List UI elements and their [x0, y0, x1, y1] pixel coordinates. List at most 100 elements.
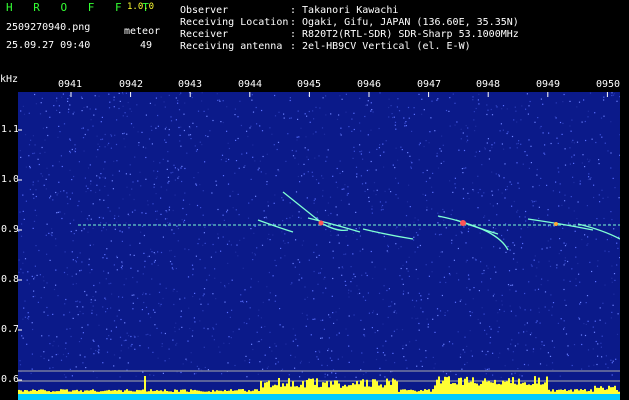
- noise-speck: [306, 314, 308, 316]
- noise-speck: [494, 266, 496, 268]
- noise-speck: [131, 343, 133, 346]
- noise-speck: [503, 238, 505, 240]
- noise-speck: [401, 278, 403, 280]
- noise-speck: [532, 205, 534, 207]
- noise-speck: [20, 235, 23, 237]
- noise-speck: [477, 318, 479, 321]
- noise-speck: [297, 163, 300, 165]
- noise-speck: [84, 290, 86, 293]
- noise-speck: [172, 290, 174, 292]
- noise-speck: [177, 102, 179, 104]
- level-bar: [156, 390, 158, 394]
- noise-speck: [34, 276, 36, 278]
- noise-speck: [376, 347, 378, 349]
- noise-speck: [67, 111, 70, 113]
- noise-speck: [203, 232, 205, 234]
- noise-speck: [167, 182, 169, 184]
- noise-speck: [292, 155, 295, 157]
- level-bar: [134, 391, 136, 394]
- noise-speck: [108, 142, 110, 144]
- noise-speck: [79, 252, 81, 254]
- noise-speck: [174, 255, 176, 258]
- noise-speck: [372, 310, 375, 312]
- noise-speck: [584, 166, 586, 168]
- level-bar: [326, 381, 328, 394]
- noise-speck: [530, 145, 532, 147]
- noise-speck: [46, 167, 48, 169]
- noise-speck: [547, 240, 549, 242]
- noise-speck: [202, 190, 204, 192]
- noise-speck: [115, 143, 118, 146]
- noise-speck: [274, 94, 276, 97]
- noise-speck: [86, 106, 88, 108]
- level-bar: [214, 391, 216, 394]
- noise-speck: [99, 177, 101, 179]
- noise-speck: [137, 180, 139, 182]
- noise-speck: [360, 130, 362, 132]
- noise-speck: [27, 312, 29, 314]
- noise-speck: [43, 357, 45, 360]
- noise-speck: [220, 281, 222, 284]
- noise-speck: [43, 280, 45, 282]
- noise-speck: [226, 130, 228, 132]
- level-bar: [436, 379, 438, 394]
- noise-speck: [111, 180, 113, 182]
- level-bar: [614, 385, 616, 394]
- noise-speck: [81, 97, 83, 99]
- noise-speck: [390, 105, 392, 107]
- noise-speck: [493, 142, 496, 144]
- noise-speck: [257, 315, 259, 317]
- level-bar: [78, 391, 80, 394]
- noise-speck: [327, 349, 329, 352]
- noise-speck: [432, 318, 434, 320]
- noise-speck: [204, 366, 206, 369]
- level-bar: [120, 390, 122, 394]
- noise-speck: [26, 279, 28, 281]
- noise-speck: [510, 343, 512, 345]
- noise-speck: [35, 214, 38, 217]
- noise-speck: [346, 194, 348, 196]
- noise-speck: [481, 164, 483, 166]
- noise-speck: [209, 130, 211, 132]
- noise-speck: [610, 317, 612, 319]
- level-bar: [170, 391, 172, 394]
- noise-speck: [475, 125, 477, 127]
- noise-speck: [398, 248, 400, 250]
- level-bar: [200, 391, 202, 394]
- noise-speck: [336, 118, 339, 120]
- level-bar: [260, 380, 262, 394]
- noise-speck: [479, 322, 481, 324]
- noise-speck: [96, 135, 98, 137]
- noise-speck: [58, 105, 60, 107]
- noise-speck: [199, 141, 201, 143]
- noise-speck: [461, 168, 463, 170]
- noise-speck: [604, 322, 607, 324]
- noise-speck: [560, 318, 562, 320]
- noise-speck: [371, 208, 373, 210]
- noise-speck: [448, 273, 451, 275]
- noise-speck: [183, 221, 185, 223]
- noise-speck: [224, 285, 226, 287]
- noise-speck: [231, 279, 233, 281]
- noise-speck: [418, 322, 420, 325]
- noise-speck: [477, 175, 479, 177]
- noise-speck: [220, 250, 222, 252]
- noise-speck: [374, 331, 376, 334]
- noise-speck: [335, 206, 337, 208]
- noise-speck: [199, 258, 201, 261]
- noise-speck: [90, 348, 92, 350]
- noise-speck: [81, 230, 83, 232]
- noise-speck: [179, 94, 181, 96]
- noise-speck: [207, 108, 209, 110]
- noise-speck: [195, 184, 198, 186]
- level-bar: [76, 389, 78, 394]
- noise-speck: [99, 199, 101, 201]
- noise-speck: [184, 192, 186, 194]
- noise-speck: [329, 241, 331, 243]
- level-bar: [458, 378, 460, 394]
- noise-speck: [94, 299, 96, 301]
- noise-speck: [548, 309, 550, 311]
- noise-speck: [212, 293, 214, 295]
- noise-speck: [507, 245, 509, 248]
- noise-speck: [508, 285, 510, 287]
